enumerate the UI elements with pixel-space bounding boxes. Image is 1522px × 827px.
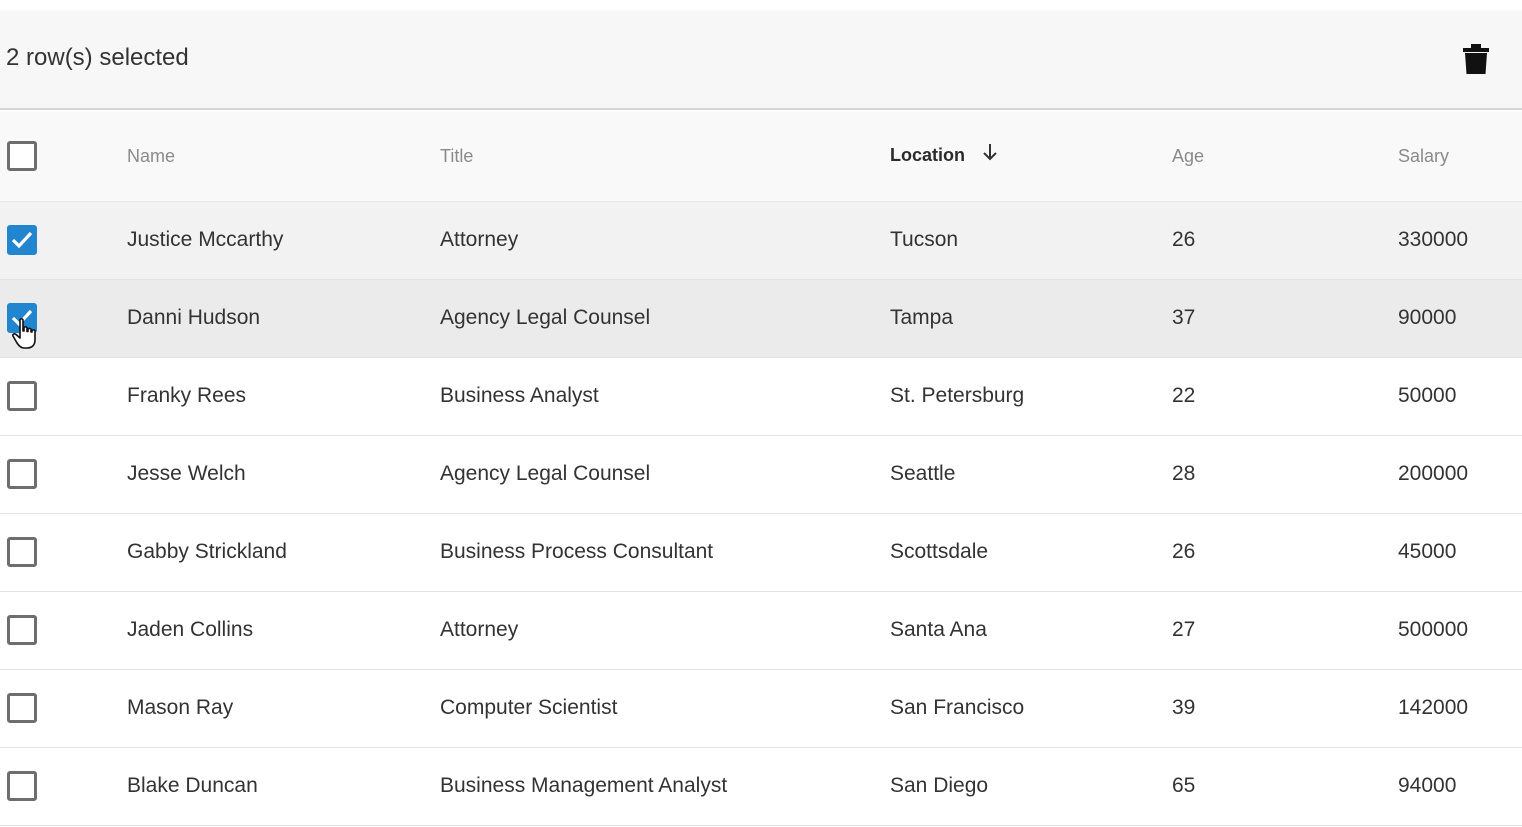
cell-salary: 45000 bbox=[1398, 540, 1457, 563]
table-row[interactable]: Gabby Strickland Business Process Consult… bbox=[0, 513, 1522, 591]
cell-salary: 90000 bbox=[1398, 306, 1457, 329]
cell-name: Franky Rees bbox=[127, 384, 247, 407]
column-header-location-label: Location bbox=[890, 145, 965, 166]
cell-title: Computer Scientist bbox=[440, 696, 618, 719]
cell-title: Agency Legal Counsel bbox=[440, 462, 651, 485]
row-checkbox[interactable] bbox=[7, 615, 37, 645]
row-checkbox-cell bbox=[0, 201, 127, 279]
cell-title: Business Process Consultant bbox=[440, 540, 714, 563]
cell-age: 27 bbox=[1172, 618, 1196, 641]
cell-age: 37 bbox=[1172, 306, 1196, 329]
cell-location: Santa Ana bbox=[890, 618, 987, 641]
cell-salary: 500000 bbox=[1398, 618, 1469, 641]
table-row[interactable]: Blake Duncan Business Management Analyst S… bbox=[0, 747, 1522, 825]
row-checkbox-cell bbox=[0, 747, 127, 825]
cell-location: Tampa bbox=[890, 306, 954, 329]
cell-location: Seattle bbox=[890, 462, 956, 485]
arrow-down-icon bbox=[981, 142, 999, 167]
cell-name: Mason Ray bbox=[127, 696, 234, 719]
cell-title: Attorney bbox=[440, 228, 519, 251]
cell-salary: 200000 bbox=[1398, 462, 1469, 485]
table-row[interactable]: Danni Hudson Agency Legal Counsel Tampa 37 9… bbox=[0, 279, 1522, 357]
table-row[interactable]: Jaden Collins Attorney Santa Ana 27 500000 bbox=[0, 591, 1522, 669]
cell-salary: 50000 bbox=[1398, 384, 1457, 407]
data-table: Name Title Location Age Salary Justice M… bbox=[0, 112, 1522, 826]
cell-title: Business Management Analyst bbox=[440, 774, 728, 797]
table-row[interactable]: Jesse Welch Agency Legal Counsel Seattle 28… bbox=[0, 435, 1522, 513]
row-checkbox[interactable] bbox=[7, 225, 37, 255]
select-all-checkbox[interactable] bbox=[7, 141, 37, 172]
row-checkbox[interactable] bbox=[7, 303, 37, 333]
row-checkbox[interactable] bbox=[7, 693, 37, 723]
cell-title: Attorney bbox=[440, 618, 519, 641]
cell-name: Blake Duncan bbox=[127, 774, 258, 797]
row-checkbox[interactable] bbox=[7, 771, 37, 801]
cell-title: Agency Legal Counsel bbox=[440, 306, 651, 329]
row-checkbox-cell bbox=[0, 279, 127, 357]
row-checkbox-cell bbox=[0, 669, 127, 747]
row-checkbox-cell bbox=[0, 435, 127, 513]
row-checkbox-cell bbox=[0, 513, 127, 591]
cell-location: St. Petersburg bbox=[890, 384, 1025, 407]
column-header-location[interactable]: Location bbox=[890, 112, 1172, 201]
selection-toolbar: 2 row(s) selected bbox=[0, 10, 1522, 110]
cell-name: Gabby Strickland bbox=[127, 540, 287, 563]
cell-location: Scottsdale bbox=[890, 540, 989, 563]
cell-age: 22 bbox=[1172, 384, 1196, 407]
trash-icon bbox=[1463, 44, 1489, 74]
cell-location: Tucson bbox=[890, 228, 959, 251]
table-row[interactable]: Franky Rees Business Analyst St. Petersbur… bbox=[0, 357, 1522, 435]
column-header-title[interactable]: Title bbox=[440, 112, 890, 201]
cell-age: 26 bbox=[1172, 228, 1196, 251]
column-header-salary[interactable]: Salary bbox=[1398, 112, 1522, 201]
table-row[interactable]: Justice Mccarthy Attorney Tucson 26 330000 bbox=[0, 201, 1522, 279]
cell-age: 26 bbox=[1172, 540, 1196, 563]
cell-age: 65 bbox=[1172, 774, 1196, 797]
row-checkbox[interactable] bbox=[7, 537, 37, 567]
selection-count-text: 2 row(s) selected bbox=[6, 44, 189, 71]
cell-salary: 142000 bbox=[1398, 696, 1469, 719]
row-checkbox[interactable] bbox=[7, 381, 37, 411]
row-checkbox[interactable] bbox=[7, 459, 37, 489]
select-all-cell bbox=[0, 112, 127, 201]
row-checkbox-cell bbox=[0, 357, 127, 435]
cell-salary: 330000 bbox=[1398, 228, 1469, 251]
row-checkbox-cell bbox=[0, 591, 127, 669]
column-header-name[interactable]: Name bbox=[127, 112, 440, 201]
delete-button[interactable] bbox=[1452, 35, 1500, 83]
cell-name: Jesse Welch bbox=[127, 462, 246, 485]
cell-age: 28 bbox=[1172, 462, 1196, 485]
cell-salary: 94000 bbox=[1398, 774, 1457, 797]
table-row[interactable]: Mason Ray Computer Scientist San Francisco… bbox=[0, 669, 1522, 747]
cell-location: San Diego bbox=[890, 774, 989, 797]
table-header-row: Name Title Location Age Salary bbox=[0, 112, 1522, 201]
cell-name: Danni Hudson bbox=[127, 306, 261, 329]
cell-title: Business Analyst bbox=[440, 384, 599, 407]
cell-location: San Francisco bbox=[890, 696, 1025, 719]
cell-name: Justice Mccarthy bbox=[127, 228, 284, 251]
column-header-age[interactable]: Age bbox=[1172, 112, 1398, 201]
cell-name: Jaden Collins bbox=[127, 618, 254, 641]
cell-age: 39 bbox=[1172, 696, 1196, 719]
